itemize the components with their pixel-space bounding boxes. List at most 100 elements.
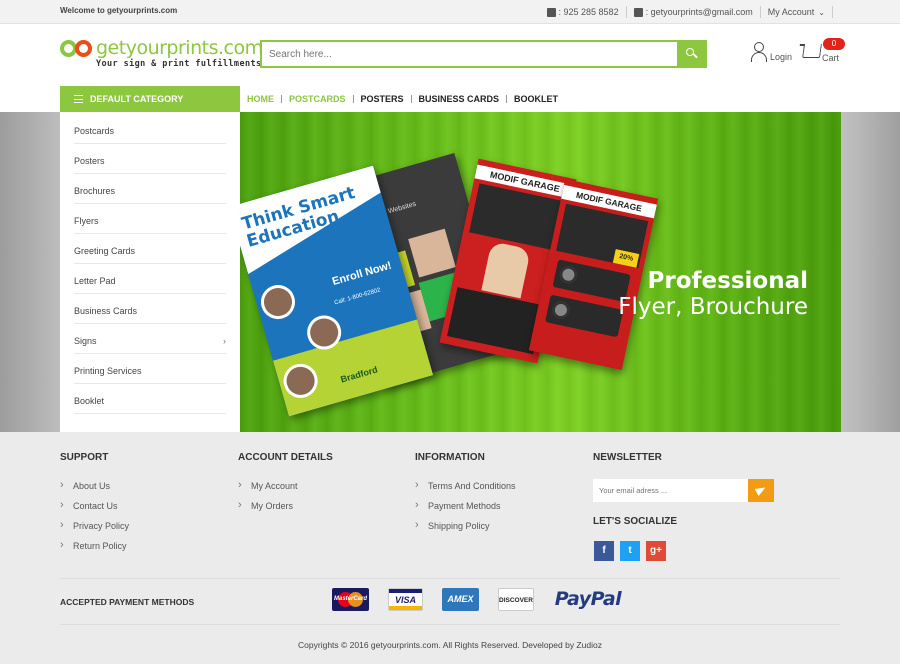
nav-menu: HOME POSTCARDS POSTERS BUSINESS CARDS BO… (247, 86, 558, 112)
footer-support: SUPPORT About Us Contact Us Privacy Poli… (60, 452, 129, 561)
hero-banner[interactable]: Professional Websites Think Smart Educat… (240, 112, 841, 432)
paper-plane-icon (754, 484, 768, 496)
logo-mark-icon (60, 38, 94, 66)
banner-line-1: Professional (647, 268, 808, 294)
logo-title: getyourprints.com (96, 37, 263, 59)
footer-link-my-account[interactable]: My Account (238, 479, 333, 501)
cart-count-badge: 0 (823, 38, 845, 50)
login-button[interactable]: Login (750, 42, 792, 62)
divider (506, 95, 508, 103)
divider (625, 6, 627, 18)
category-label: Postcards (74, 126, 115, 136)
facebook-icon[interactable]: f (594, 541, 614, 561)
footer-link-terms[interactable]: Terms And Conditions (415, 479, 516, 501)
divider (832, 6, 833, 18)
category-item-postcards[interactable]: Postcards (74, 114, 226, 144)
twitter-icon[interactable]: t (620, 541, 640, 561)
footer-divider (60, 578, 840, 579)
newsletter-submit-button[interactable] (748, 479, 774, 502)
payment-methods-heading: ACCEPTED PAYMENT METHODS (60, 597, 195, 607)
banner-side-left (0, 112, 60, 432)
default-category-label: DEFAULT CATEGORY (90, 94, 184, 104)
discover-logo: DISCOVER (498, 588, 534, 611)
category-item-business-cards[interactable]: Business Cards (74, 294, 226, 324)
footer-newsletter: NEWSLETTER (593, 452, 662, 481)
footer-link-my-orders[interactable]: My Orders (238, 499, 333, 521)
category-label: Printing Services (74, 366, 142, 376)
footer-link-about-us[interactable]: About Us (60, 479, 129, 501)
category-label: Letter Pad (74, 276, 116, 286)
newsletter-form (593, 479, 774, 502)
footer-link-contact-us[interactable]: Contact Us (60, 499, 129, 521)
default-category-button[interactable]: DEFAULT CATEGORY (60, 86, 240, 112)
envelope-icon (633, 7, 643, 17)
nav-posters[interactable]: POSTERS (361, 94, 404, 104)
footer-link-payment-methods[interactable]: Payment Methods (415, 499, 516, 521)
chevron-right-icon: › (223, 336, 226, 346)
menu-icon (74, 95, 83, 103)
footer: SUPPORT About Us Contact Us Privacy Poli… (0, 432, 900, 664)
footer-heading: ACCOUNT DETAILS (238, 452, 333, 463)
newsletter-email-input[interactable] (593, 479, 748, 502)
category-item-posters[interactable]: Posters (74, 144, 226, 174)
welcome-text: Welcome to getyourprints.com (60, 6, 178, 15)
footer-heading: SUPPORT (60, 452, 109, 463)
category-item-booklet[interactable]: Booklet (74, 384, 226, 414)
cart-button[interactable]: 0 Cart (802, 38, 845, 64)
site-logo[interactable]: getyourprints.com Your sign & print fulf… (60, 38, 263, 69)
top-bar: Welcome to getyourprints.com : 925 285 8… (0, 0, 900, 24)
banner-side-right (841, 112, 900, 432)
my-account-link[interactable]: My Account (768, 7, 815, 17)
category-item-flyers[interactable]: Flyers (74, 204, 226, 234)
logo-tagline: Your sign & print fulfillments (96, 59, 262, 69)
email-address[interactable]: : getyourprints@gmail.com (646, 7, 753, 17)
divider (281, 95, 282, 103)
mastercard-logo: MasterCard (332, 588, 369, 611)
category-item-letter-pad[interactable]: Letter Pad (74, 264, 226, 294)
category-label: Flyers (74, 216, 99, 226)
search-bar (260, 40, 707, 68)
social-heading: LET'S SOCIALIZE (593, 516, 678, 527)
flyer-edu-enroll: Enroll Now! (330, 259, 393, 289)
phone-number: : 925 285 8582 (558, 7, 619, 17)
nav-business-cards[interactable]: BUSINESS CARDS (419, 94, 500, 104)
category-label: Brochures (74, 186, 116, 196)
footer-heading: NEWSLETTER (593, 452, 662, 463)
footer-link-privacy-policy[interactable]: Privacy Policy (60, 519, 129, 541)
category-item-printing-services[interactable]: Printing Services (74, 354, 226, 384)
main-nav: DEFAULT CATEGORY HOME POSTCARDS POSTERS … (0, 86, 900, 112)
footer-link-return-policy[interactable]: Return Policy (60, 539, 129, 561)
footer-heading: INFORMATION (415, 452, 485, 463)
copyright-text: Copyrights © 2016 getyourprints.com. All… (298, 640, 602, 650)
divider (410, 95, 412, 103)
footer-link-shipping-policy[interactable]: Shipping Policy (415, 519, 516, 541)
login-label: Login (770, 52, 793, 62)
paypal-logo: PayPal (554, 588, 622, 610)
category-label: Business Cards (74, 306, 138, 316)
chevron-down-icon[interactable]: ⌄ (818, 8, 825, 17)
footer-information: INFORMATION Terms And Conditions Payment… (415, 452, 516, 541)
footer-divider (60, 624, 840, 625)
category-label: Signs (74, 336, 97, 346)
google-plus-icon[interactable]: g+ (646, 541, 666, 561)
category-label: Booklet (74, 396, 105, 406)
footer-account: ACCOUNT DETAILS My Account My Orders (238, 452, 333, 521)
nav-home[interactable]: HOME (247, 94, 274, 104)
category-item-brochures[interactable]: Brochures (74, 174, 226, 204)
search-input[interactable] (262, 42, 672, 66)
nav-postcards[interactable]: POSTCARDS (289, 94, 346, 104)
search-button[interactable] (677, 42, 705, 66)
header: getyourprints.com Your sign & print fulf… (0, 24, 900, 86)
category-label: Greeting Cards (74, 246, 136, 256)
nav-booklet[interactable]: BOOKLET (514, 94, 558, 104)
cart-icon (802, 44, 822, 58)
category-item-signs[interactable]: Signs › (74, 324, 226, 354)
banner-line-2: Flyer, Brouchure (618, 294, 808, 320)
divider (759, 6, 761, 18)
user-icon (750, 42, 768, 62)
phone-icon (546, 7, 556, 17)
category-item-greeting-cards[interactable]: Greeting Cards (74, 234, 226, 264)
amex-logo: AMEX (442, 588, 479, 611)
category-list: Postcards Posters Brochures Flyers Greet… (60, 112, 240, 432)
cart-label: Cart (822, 53, 840, 63)
